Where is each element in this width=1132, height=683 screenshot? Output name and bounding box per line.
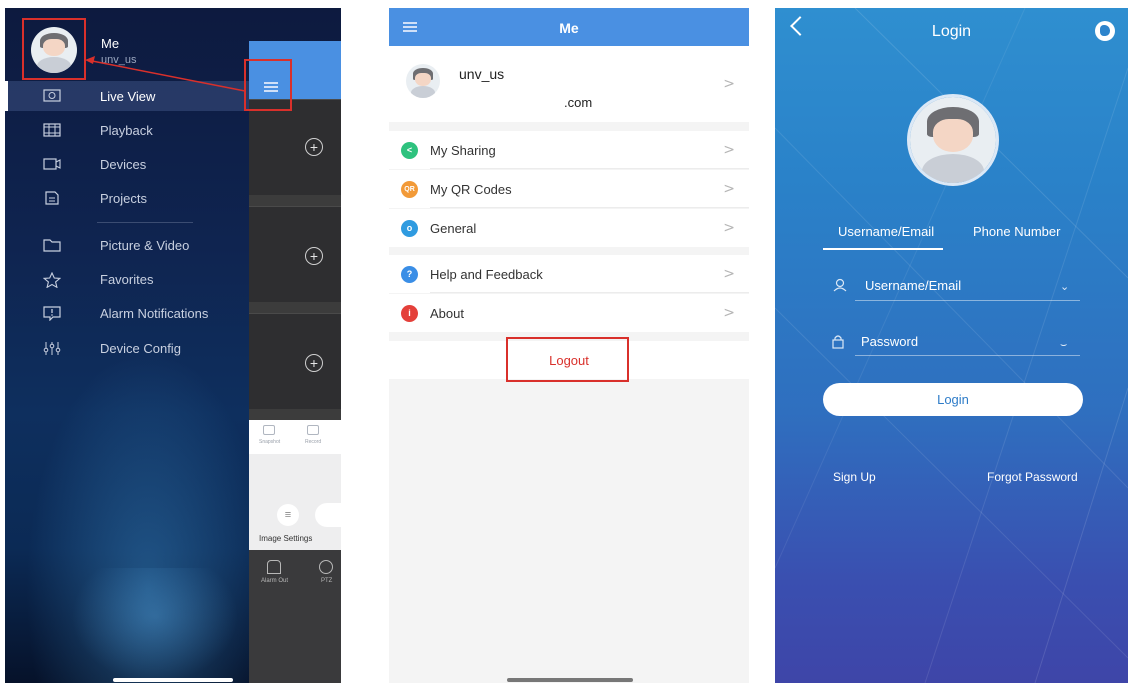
- sidebar-item-picture-video[interactable]: Picture & Video: [5, 230, 250, 260]
- username-underline: [855, 300, 1080, 301]
- forgot-password-link[interactable]: Forgot Password: [987, 470, 1078, 484]
- ptz-icon[interactable]: [319, 560, 333, 574]
- lock-icon: [831, 334, 845, 353]
- sidebar-item-label: Favorites: [100, 271, 154, 287]
- user-icon: [833, 278, 847, 296]
- image-settings-label: Image Settings: [259, 534, 313, 543]
- password-underline: [855, 355, 1080, 356]
- sidebar-item-label: Devices: [100, 156, 147, 172]
- page-title: Login: [931, 23, 972, 40]
- annotation-arrow: [85, 56, 246, 92]
- drawer-screen: Me unv_us Live View Playback Devices Pro…: [5, 8, 341, 683]
- bottom-controls: Alarm Out PTZ: [249, 550, 341, 683]
- globe-icon[interactable]: [1095, 21, 1115, 41]
- chevron-down-icon[interactable]: ⌄: [1060, 280, 1069, 293]
- sidebar-item-label: Alarm Notifications: [100, 305, 209, 321]
- sidebar-item-label: Picture & Video: [100, 237, 190, 253]
- sidebar-item-device-config[interactable]: Device Config: [5, 333, 250, 363]
- sign-up-link[interactable]: Sign Up: [833, 470, 876, 484]
- drawer-divider: [97, 222, 193, 223]
- settings-icon: o: [401, 220, 418, 237]
- chevron-right-icon: >: [723, 220, 735, 236]
- chevron-right-icon: >: [723, 181, 735, 197]
- sidebar-item-label: Projects: [100, 190, 147, 206]
- chevron-right-icon: >: [723, 266, 735, 282]
- profile-row[interactable]: unv_us .com >: [389, 46, 749, 122]
- settings-pill-button[interactable]: [315, 503, 341, 527]
- about-row[interactable]: i About >: [389, 294, 749, 332]
- me-screen: Me unv_us .com > < My Sharing > QR My QR…: [389, 8, 749, 683]
- sidebar-item-alarm-notifications[interactable]: Alarm Notifications: [5, 298, 250, 328]
- avatar: [907, 94, 999, 186]
- info-icon: i: [401, 305, 418, 322]
- alarm-out-label: Alarm Out: [261, 578, 289, 584]
- chevron-right-icon: >: [723, 76, 735, 92]
- folder-icon: [43, 238, 61, 252]
- profile-name: unv_us: [459, 66, 505, 82]
- logout-highlight-box: [506, 337, 629, 382]
- row-label: General: [430, 221, 477, 236]
- add-icon[interactable]: +: [305, 247, 323, 265]
- general-row[interactable]: o General >: [389, 209, 749, 247]
- video-tile[interactable]: +: [249, 206, 341, 302]
- sidebar-item-label: Device Config: [100, 340, 181, 356]
- login-button[interactable]: Login: [823, 383, 1083, 416]
- profile-email: .com: [564, 95, 593, 110]
- add-icon[interactable]: +: [305, 138, 323, 156]
- alarm-out-icon[interactable]: [267, 560, 281, 574]
- image-settings-area: ≡ Image Settings: [249, 454, 341, 550]
- sidebar-item-favorites[interactable]: Favorites: [5, 264, 250, 294]
- home-indicator: [507, 678, 633, 682]
- eye-closed-icon[interactable]: ⌣: [1060, 338, 1067, 352]
- snapshot-label: Snapshot: [259, 439, 281, 445]
- tab-username-email[interactable]: Username/Email: [838, 224, 934, 239]
- sliders-icon: [43, 341, 61, 355]
- image-settings-button[interactable]: ≡: [277, 504, 299, 526]
- main-screen-peek: + + + Snapshot Record ≡ Image Settings A…: [249, 41, 341, 683]
- camera-icon: [43, 157, 61, 171]
- qr-code-icon: QR: [401, 181, 418, 198]
- active-tab-underline: [823, 248, 943, 250]
- video-tile[interactable]: +: [249, 313, 341, 409]
- background-river: [65, 568, 245, 683]
- folder-icon: [43, 191, 61, 205]
- chevron-right-icon: >: [723, 142, 735, 158]
- login-screen: Login Username/Email Phone Number Userna…: [775, 8, 1128, 683]
- share-icon: <: [401, 142, 418, 159]
- sidebar-item-projects[interactable]: Projects: [5, 183, 250, 213]
- my-qr-codes-row[interactable]: QR My QR Codes >: [389, 170, 749, 208]
- chevron-right-icon: >: [723, 305, 735, 321]
- home-indicator: [113, 678, 233, 682]
- record-icon[interactable]: [307, 425, 319, 435]
- snapshot-icon[interactable]: [263, 425, 275, 435]
- record-label: Record: [305, 439, 322, 445]
- tab-phone-number[interactable]: Phone Number: [973, 224, 1060, 239]
- tool-strip: Snapshot Record: [249, 420, 341, 454]
- chat-icon: ?: [401, 266, 418, 283]
- row-label: My QR Codes: [430, 182, 512, 197]
- row-label: My Sharing: [430, 143, 496, 158]
- me-header: Me: [389, 8, 749, 46]
- help-feedback-row[interactable]: ? Help and Feedback >: [389, 255, 749, 293]
- page-title: Me: [559, 20, 579, 36]
- ptz-label: PTZ: [321, 578, 333, 584]
- add-icon[interactable]: +: [305, 354, 323, 372]
- password-input[interactable]: Password: [861, 334, 918, 349]
- avatar: [406, 64, 440, 98]
- row-label: Help and Feedback: [430, 267, 543, 282]
- row-label: About: [430, 306, 464, 321]
- sidebar-item-devices[interactable]: Devices: [5, 149, 250, 179]
- username-input[interactable]: Username/Email: [865, 278, 961, 293]
- my-sharing-row[interactable]: < My Sharing >: [389, 131, 749, 169]
- alarm-icon: [43, 306, 61, 322]
- star-icon: [42, 271, 62, 289]
